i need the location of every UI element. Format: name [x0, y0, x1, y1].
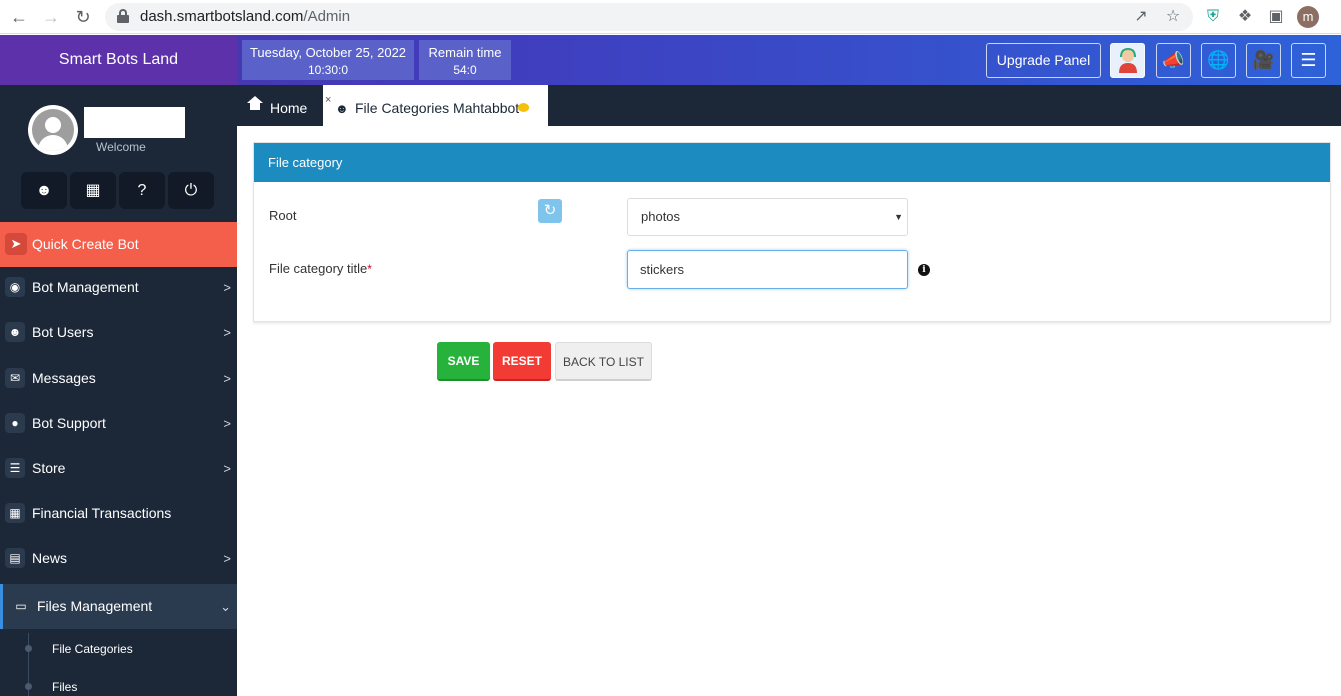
avatar[interactable]	[28, 105, 78, 155]
sidebar-item-bot-support[interactable]: ● Bot Support >	[0, 401, 237, 446]
bullet-icon	[25, 645, 32, 652]
help-icon[interactable]: ?	[119, 172, 165, 209]
sidebar-subitem-file-categories[interactable]: File Categories	[0, 630, 237, 668]
subitem-label: Files	[52, 680, 78, 694]
reload-icon[interactable]: ↻	[72, 6, 94, 28]
tab-file-categories[interactable]: × ☻ File Categories Mahtabbot	[323, 85, 548, 126]
subitem-label: File Categories	[52, 642, 133, 656]
refresh-icon[interactable]: ↻	[538, 199, 562, 223]
tab-label: File Categories Mahtabbot	[355, 100, 520, 116]
root-label: Root	[269, 208, 297, 223]
sidebar-item-news[interactable]: ▤ News >	[0, 536, 237, 581]
profile-avatar[interactable]: m	[1297, 6, 1319, 28]
sidebar-item-label: Store	[32, 460, 66, 476]
power-icon[interactable]: ⏻	[168, 172, 214, 209]
sidebar-item-label: Bot Management	[32, 279, 139, 295]
file-category-title-input[interactable]	[627, 250, 908, 289]
rocket-icon: ➤	[5, 233, 27, 255]
chevron-down-icon: ⌄	[220, 599, 231, 614]
sidebar-item-label: Bot Support	[32, 415, 106, 431]
reset-button[interactable]: RESET	[493, 342, 551, 381]
newspaper-icon: ▤	[5, 548, 25, 568]
sidebar-subitem-files[interactable]: Files	[0, 668, 237, 696]
sidebar-item-label: News	[32, 550, 68, 566]
profile-user-icon[interactable]: ☻	[21, 172, 67, 209]
required-mark: *	[367, 262, 372, 276]
close-icon[interactable]: ×	[325, 77, 331, 124]
sidebar-item-messages[interactable]: ✉ Messages >	[0, 356, 237, 401]
quick-create-bot-button[interactable]: ➤ Quick Create Bot	[0, 222, 237, 267]
remain-label: Remain time	[428, 45, 502, 60]
forward-arrow-icon[interactable]: →	[40, 6, 62, 28]
panel-title: File category	[254, 143, 1330, 182]
chevron-down-icon: ▼	[894, 212, 903, 222]
sidebar-item-financial-transactions[interactable]: ▦ Financial Transactions	[0, 491, 237, 536]
star-icon[interactable]: ☆	[1163, 7, 1183, 27]
smiley-icon	[518, 103, 529, 112]
receipt-icon: ▦	[5, 503, 25, 523]
signpost-icon[interactable]: ☰	[1291, 43, 1326, 78]
user-name	[84, 107, 185, 138]
chevron-right-icon: >	[223, 280, 231, 295]
chevron-right-icon: >	[223, 371, 231, 386]
sidebar-item-bot-users[interactable]: ☻ Bot Users >	[0, 310, 237, 355]
sidebar-item-label: Files Management	[37, 598, 153, 614]
envelope-icon: ✉	[5, 368, 25, 388]
sidebar-item-label: Bot Users	[32, 324, 94, 340]
users-icon: ☻	[5, 322, 25, 342]
address-bar[interactable]: dash.smartbotsland.com/Admin ↗ ☆	[105, 3, 1193, 31]
folder-icon: ▭	[9, 594, 33, 618]
time-text: 10:30:0	[307, 63, 349, 77]
date-text: Tuesday, October 25, 2022	[249, 45, 407, 60]
quick-create-label: Quick Create Bot	[32, 236, 139, 252]
cart-icon: ☰	[5, 458, 25, 478]
info-icon[interactable]: i	[918, 264, 930, 276]
puzzle-icon[interactable]: ❖	[1234, 6, 1256, 28]
back-arrow-icon[interactable]: ←	[8, 6, 30, 28]
remain-value: 54:0	[453, 63, 477, 77]
save-button[interactable]: SAVE	[437, 342, 490, 381]
root-select[interactable]: photos ▼	[627, 198, 908, 236]
brand-title[interactable]: Smart Bots Land	[0, 35, 237, 85]
support-icon: ●	[5, 413, 25, 433]
chevron-right-icon: >	[223, 461, 231, 476]
root-select-value: photos	[641, 209, 681, 224]
sidepanel-icon[interactable]: ▣	[1265, 6, 1287, 28]
share-icon[interactable]: ↗	[1131, 7, 1151, 27]
browser-toolbar: ← → ↻ dash.smartbotsland.com/Admin ↗ ☆ ⛨…	[0, 0, 1341, 34]
sidebar-item-bot-management[interactable]: ◉ Bot Management >	[0, 265, 237, 310]
sidebar-item-files-management[interactable]: ▭ Files Management ⌄	[0, 584, 237, 629]
video-camera-icon[interactable]: 🎥	[1246, 43, 1281, 78]
sidebar: Welcome ☻ ▦ ? ⏻ ➤ Quick Create Bot ◉ Bot…	[0, 85, 237, 696]
receipt-icon[interactable]: ▦	[70, 172, 116, 209]
upgrade-panel-button[interactable]: Upgrade Panel	[986, 43, 1101, 78]
user-icon: ☻	[335, 101, 349, 116]
megaphone-icon[interactable]: 📣	[1156, 43, 1191, 78]
app-header: Smart Bots Land Tuesday, October 25, 202…	[0, 35, 1341, 85]
sidebar-item-store[interactable]: ☰ Store >	[0, 446, 237, 491]
extension-shield-icon[interactable]: ⛨	[1202, 6, 1224, 28]
tab-label: Home	[270, 100, 308, 116]
back-to-list-button[interactable]: BACK TO LIST	[555, 342, 652, 381]
chevron-right-icon: >	[223, 551, 231, 566]
bullet-icon	[25, 683, 32, 690]
sidebar-item-label: Messages	[32, 370, 96, 386]
date-box: Tuesday, October 25, 2022 10:30:0	[242, 40, 414, 80]
android-icon: ◉	[5, 277, 25, 297]
sidebar-item-label: Financial Transactions	[32, 505, 172, 521]
url-text[interactable]: dash.smartbotsland.com/Admin	[140, 8, 350, 25]
globe-icon[interactable]: 🌐	[1201, 43, 1236, 78]
tab-home[interactable]: Home	[237, 85, 322, 126]
home-icon	[247, 96, 263, 110]
support-agent-icon[interactable]	[1110, 43, 1145, 78]
chevron-right-icon: >	[223, 416, 231, 431]
title-label: File category title*	[269, 261, 372, 276]
file-category-panel: File category Root ↻ photos ▼ File categ…	[253, 142, 1331, 322]
remain-time-box: Remain time 54:0	[419, 40, 511, 80]
tab-strip: Home × ☻ File Categories Mahtabbot	[237, 85, 1341, 126]
welcome-text: Welcome	[96, 140, 146, 154]
chevron-right-icon: >	[223, 325, 231, 340]
lock-icon[interactable]	[117, 9, 129, 23]
